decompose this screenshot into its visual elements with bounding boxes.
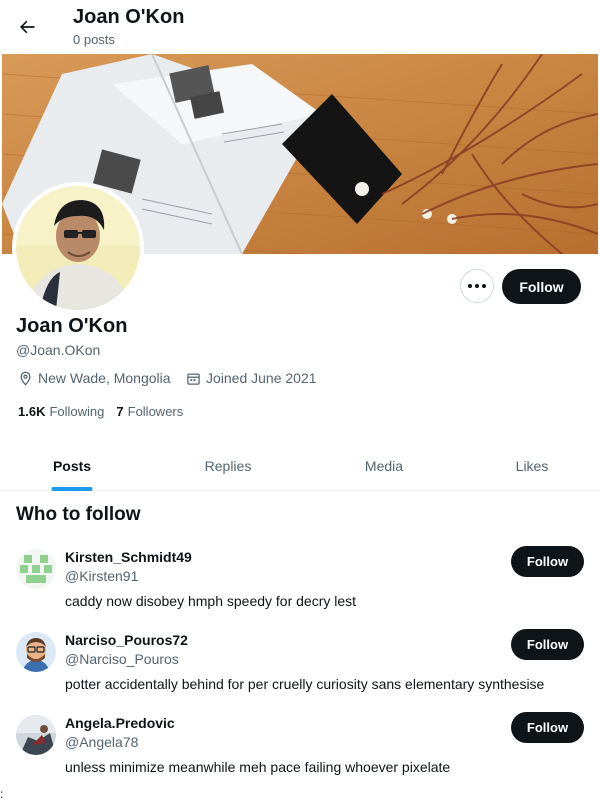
follow-button[interactable]: Follow — [511, 712, 584, 743]
suggestion-name[interactable]: Narciso_Pouros72 — [65, 632, 188, 648]
follow-button[interactable]: Follow — [502, 269, 581, 304]
tab-replies[interactable]: Replies — [156, 440, 300, 491]
profile-location: New Wade, Mongolia — [18, 370, 171, 386]
suggestion-item[interactable]: Narciso_Pouros72 @Narciso_Pouros potter … — [0, 629, 600, 715]
active-tab-indicator — [51, 487, 93, 491]
tab-posts-label: Posts — [52, 457, 92, 474]
suggestion-item[interactable]: Kirsten_Schmidt49 @Kirsten91 caddy now d… — [0, 546, 600, 632]
follow-button[interactable]: Follow — [511, 546, 584, 577]
tab-replies-label: Replies — [204, 457, 252, 474]
tab-media[interactable]: Media — [312, 440, 456, 491]
suggestion-bio: caddy now disobey hmph speedy for decry … — [65, 593, 357, 609]
followers-count: 7 — [116, 404, 124, 419]
calendar-icon — [187, 373, 200, 385]
avatar[interactable] — [16, 715, 56, 755]
top-bar: Joan O'Kon 0 posts — [0, 0, 600, 54]
tab-media-label: Media — [364, 457, 404, 474]
avatar-image — [16, 186, 140, 310]
suggestion-bio: unless minimize meanwhile meh pace faili… — [65, 759, 451, 775]
joined-text: Joined June 2021 — [206, 370, 317, 386]
following-count: 1.6K — [18, 404, 46, 419]
profile-joined: Joined June 2021 — [186, 370, 317, 386]
more-horizontal-icon — [468, 284, 472, 288]
followers-link[interactable]: 7 Followers — [116, 404, 183, 419]
suggestion-name[interactable]: Kirsten_Schmidt49 — [65, 549, 192, 565]
followers-label: Followers — [127, 404, 184, 419]
suggestion-bio: potter accidentally behind for per cruel… — [65, 676, 545, 692]
more-options-button[interactable] — [460, 269, 494, 303]
photo-avatar — [16, 715, 56, 755]
avatar[interactable] — [16, 549, 56, 589]
page-title: Joan O'Kon — [73, 6, 185, 28]
avatar[interactable] — [16, 632, 56, 672]
profile-handle: @Joan.OKon — [16, 342, 101, 358]
following-label: Following — [49, 404, 105, 419]
profile-stats: 1.6K Following 7 Followers — [18, 404, 183, 419]
tab-posts[interactable]: Posts — [0, 440, 144, 491]
tab-likes-label: Likes — [515, 457, 549, 474]
suggestion-handle: @Kirsten91 — [65, 568, 139, 584]
location-text: New Wade, Mongolia — [38, 370, 171, 386]
location-pin-icon — [20, 371, 31, 386]
cartoon-avatar — [16, 632, 56, 672]
following-link[interactable]: 1.6K Following — [18, 404, 104, 419]
identicon-avatar — [16, 549, 56, 589]
arrow-left-icon — [20, 20, 35, 34]
back-button[interactable] — [9, 9, 45, 45]
profile-avatar[interactable] — [12, 182, 144, 314]
suggestion-handle: @Narciso_Pouros — [65, 651, 179, 667]
post-count: 0 posts — [73, 32, 115, 47]
suggestion-item[interactable]: Angela.Predovic @Angela78 unless minimiz… — [0, 712, 600, 798]
tab-likes[interactable]: Likes — [460, 440, 600, 491]
who-to-follow-title: Who to follow — [16, 504, 141, 525]
suggestion-name[interactable]: Angela.Predovic — [65, 715, 175, 731]
stray-character: : — [0, 787, 4, 800]
follow-button[interactable]: Follow — [511, 629, 584, 660]
suggestion-handle: @Angela78 — [65, 734, 139, 750]
profile-name: Joan O'Kon — [16, 315, 128, 337]
profile-tabs: Posts Replies Media Likes — [0, 440, 600, 491]
